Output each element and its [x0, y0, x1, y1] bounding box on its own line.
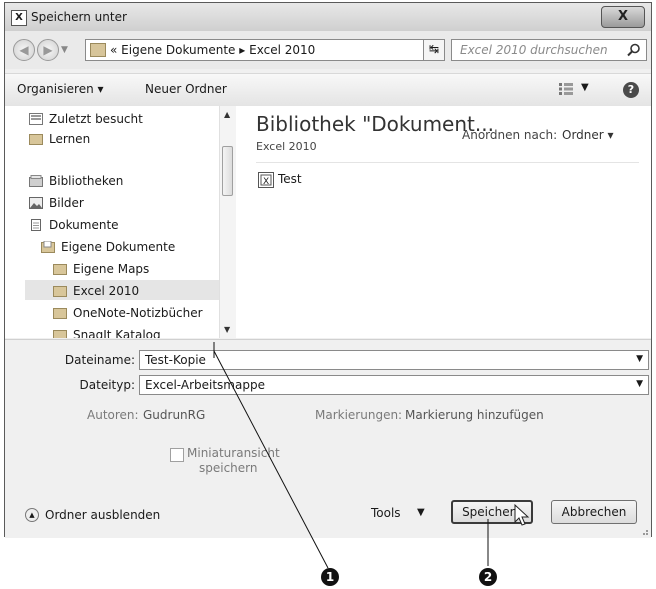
- annotation-line-1: [213, 350, 329, 569]
- annotation-marker-1: 1: [321, 568, 339, 586]
- mouse-pointer-icon: [514, 503, 530, 526]
- annotation-marker-2: 2: [479, 568, 497, 586]
- annotation-lines: [213, 342, 530, 569]
